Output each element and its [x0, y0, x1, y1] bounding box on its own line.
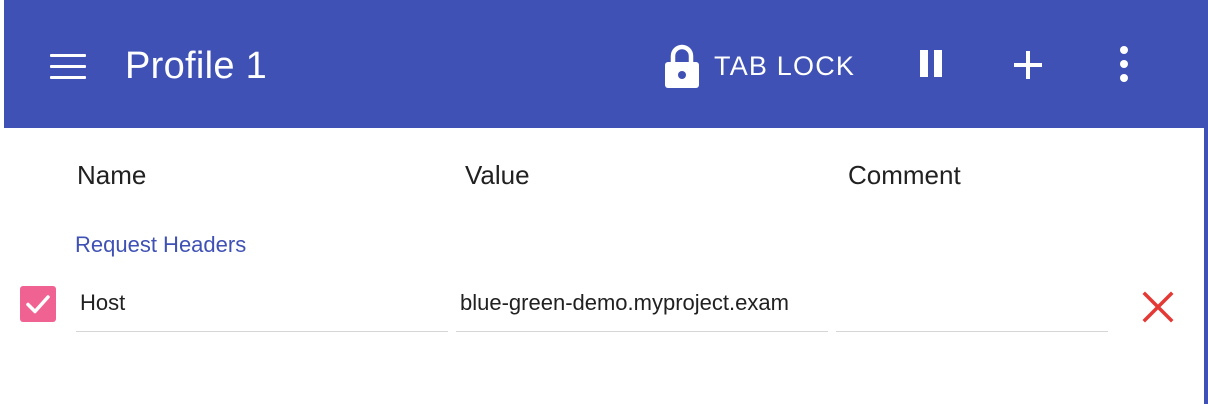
delete-row-button[interactable] [1138, 287, 1178, 327]
more-vert-icon [1100, 40, 1148, 88]
row-enabled-checkbox[interactable] [20, 286, 56, 322]
headers-table: Name Value Comment Request Headers [4, 128, 1204, 404]
window-right-edge [1204, 0, 1208, 404]
close-icon [1138, 287, 1178, 327]
lock-icon [664, 43, 700, 89]
header-name-input[interactable] [76, 280, 448, 326]
tab-lock-button[interactable]: TAB LOCK [664, 40, 855, 92]
pause-icon [908, 40, 956, 88]
more-options-button[interactable] [1100, 40, 1148, 88]
header-comment-field[interactable] [836, 280, 1108, 332]
app-bar: Profile 1 TAB LOCK [4, 0, 1204, 128]
hamburger-menu-icon-line [50, 65, 86, 68]
tab-lock-label: TAB LOCK [714, 50, 856, 81]
column-header-comment: Comment [848, 160, 961, 190]
add-button[interactable] [1004, 40, 1052, 88]
header-comment-input[interactable] [836, 280, 1108, 326]
profile-title: Profile 1 [125, 45, 268, 87]
header-name-field[interactable] [76, 280, 448, 332]
hamburger-menu-icon-line [50, 76, 86, 79]
column-header-value: Value [465, 160, 530, 190]
check-icon [20, 286, 56, 322]
hamburger-menu-icon [50, 54, 86, 57]
section-request-headers: Request Headers [75, 232, 247, 257]
header-value-field[interactable] [456, 280, 828, 332]
pause-button[interactable] [908, 40, 956, 88]
plus-icon [1004, 40, 1052, 88]
header-value-input[interactable] [456, 280, 828, 326]
menu-button[interactable] [44, 44, 92, 88]
column-header-name: Name [77, 160, 147, 190]
